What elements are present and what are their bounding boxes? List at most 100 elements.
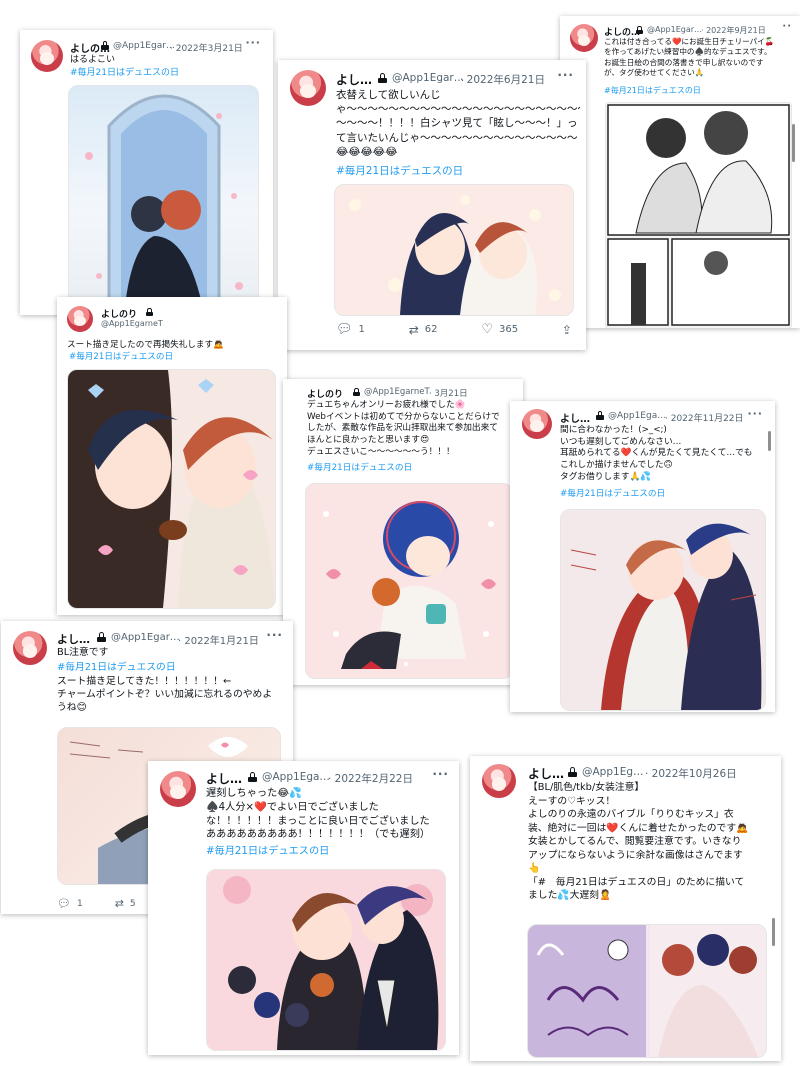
user-handle[interactable]: @App1EgarneT [364, 387, 430, 397]
tweet-text: BL注意です [57, 647, 109, 658]
retweet-count: 5 [129, 898, 136, 909]
display-name[interactable]: よしのり [307, 387, 343, 400]
avatar[interactable] [522, 409, 552, 439]
scrollbar[interactable] [792, 124, 795, 162]
tweet-text: はるよこい [70, 55, 116, 65]
display-name[interactable]: よし… [336, 71, 372, 88]
display-name[interactable]: よし… [560, 410, 590, 425]
avatar[interactable] [13, 631, 47, 665]
tweet-card-4[interactable]: よしのり @App1EgarneT スート描き足したので再掲失礼します🙇 #毎月… [57, 297, 287, 615]
avatar[interactable] [290, 70, 326, 106]
tweet-image[interactable] [68, 85, 259, 315]
tweet-date[interactable]: · 3月21日 [429, 387, 468, 399]
lock-icon [97, 632, 106, 642]
scrollbar[interactable] [768, 431, 771, 451]
tweet-date[interactable]: · 2022年10月26日 [645, 766, 737, 781]
tweet-text: 衣替えして欲しいんじ ゃ〜〜〜〜〜〜〜〜〜〜〜〜〜〜〜〜〜〜〜〜〜〜〜〜〜〜〜〜… [336, 89, 580, 158]
user-handle[interactable]: @App1Egar… [647, 25, 702, 34]
reply-icon: 💬︎ [57, 897, 71, 910]
avatar[interactable] [482, 764, 516, 798]
lock-icon [101, 41, 109, 50]
tweet-image[interactable] [334, 184, 574, 316]
tweet-text: 間に合わなかった！(>_<;) いつも遅刻してごめんなさい… 耳舐められてる❤️… [560, 425, 753, 482]
user-handle[interactable]: @App1Eg… [582, 766, 644, 778]
user-handle[interactable]: @App1Egar… [392, 72, 464, 84]
lock-icon [378, 73, 387, 83]
retweet-button[interactable]: ⇄ 5 [115, 897, 136, 910]
display-name[interactable]: よし… [206, 770, 242, 787]
retweet-button[interactable]: ⇄ 62 [409, 323, 438, 337]
illustration [323, 501, 496, 669]
tweet-text-continued: スート描き足してきた！！！！！！！← チャームポイントぞ？いい加減に忘れるのやめ… [57, 676, 273, 714]
hashtag-link[interactable]: #毎月21日はデュエスの日 [70, 67, 179, 79]
reply-button[interactable]: 💬︎ 1 [57, 897, 83, 910]
user-handle[interactable]: @App1Egar… [111, 632, 180, 643]
avatar[interactable] [160, 771, 196, 807]
illustration [528, 925, 766, 1057]
hashtag-link[interactable]: #毎月21日はデュエスの日 [336, 164, 463, 178]
tweet-text: 遅刻しちゃった😂💦 ♠️4人分×❤️でよい日でございました な！！！！！！まっこ… [206, 788, 431, 841]
like-button[interactable]: ♡ 365 [481, 322, 518, 337]
more-icon[interactable]: ·· [782, 21, 792, 32]
hashtag-link[interactable]: #毎月21日はデュエスの日 [206, 845, 329, 859]
tweet-card-3[interactable]: よしの… @App1Egar… · 2022年9月21日 ·· これは付き合って… [560, 16, 800, 328]
tweet-date[interactable]: · 2022年3月21日 [170, 41, 243, 54]
display-name[interactable]: よし… [57, 631, 90, 647]
illustration [223, 876, 439, 1050]
tweet-card-6[interactable]: よし… @App1Ega… · 2022年11月22日 ··· 間に合わなかった… [510, 401, 775, 712]
more-icon[interactable]: ··· [432, 767, 449, 781]
illustration [607, 104, 790, 326]
tweet-text: これは付き合ってる❤️にお誕生日チェリーパイ🍒 を作ってあげたい練習中の♠️的な… [604, 37, 775, 77]
avatar[interactable] [67, 306, 93, 332]
tweet-image[interactable] [560, 509, 766, 711]
reply-count: 1 [358, 324, 365, 335]
hashtag-link[interactable]: #毎月21日はデュエスの日 [69, 352, 173, 364]
heart-icon: ♡ [481, 322, 493, 337]
tweet-card-8[interactable]: よし… @App1Ega… · 2022年2月22日 ··· 遅刻しちゃった😂💦… [148, 761, 459, 1055]
more-icon[interactable]: ··· [245, 36, 261, 49]
more-icon[interactable]: ··· [557, 68, 574, 82]
lock-icon [248, 772, 257, 782]
tweet-date[interactable]: · 2022年1月21日 [178, 632, 259, 647]
tweet-image[interactable] [67, 369, 276, 609]
tweet-image[interactable] [527, 924, 767, 1058]
more-icon[interactable]: ··· [266, 628, 283, 642]
tweet-card-1[interactable]: よしの… @App1Egar… · 2022年3月21日 ··· はるよこい #… [20, 30, 273, 315]
tweet-text: 【BL/肌色/tkb/女装注意】 えーすの♡キッス！ よしのりの永遠のバイブル「… [528, 782, 749, 902]
hashtag-link[interactable]: #毎月21日はデュエスの日 [57, 661, 176, 674]
tweet-image[interactable] [206, 869, 446, 1051]
user-handle[interactable]: @App1Ega… [608, 411, 666, 421]
scrollbar[interactable] [772, 918, 775, 946]
lock-icon [568, 767, 577, 777]
user-handle[interactable]: @App1EgarneT [101, 319, 163, 328]
avatar[interactable] [31, 40, 63, 72]
share-button[interactable]: ⇪ [562, 323, 572, 337]
avatar[interactable] [570, 24, 598, 52]
lock-icon [636, 26, 643, 34]
tweet-card-5[interactable]: よしのり @App1EgarneT · 3月21日 デュエちゃんオンリーお疲れ様… [283, 379, 523, 685]
share-icon: ⇪ [561, 322, 572, 337]
tweet-date[interactable]: · 2022年9月21日 [701, 25, 766, 36]
tweet-card-9[interactable]: よし… @App1Eg… · 2022年10月26日 【BL/肌色/tkb/女装… [470, 756, 781, 1061]
illustration [349, 195, 561, 315]
hashtag-link[interactable]: #毎月21日はデュエスの日 [560, 489, 665, 501]
user-handle[interactable]: @App1Ega… [262, 771, 330, 783]
illustration [570, 523, 762, 710]
illustration [85, 94, 243, 314]
tweet-card-2[interactable]: よし… @App1Egar… · 2022年6月21日 ··· 衣替えして欲しい… [278, 60, 586, 350]
hashtag-link[interactable]: #毎月21日はデュエスの日 [307, 463, 412, 475]
tweet-date[interactable]: · 2022年2月22日 [328, 771, 413, 786]
reply-count: 1 [76, 898, 83, 909]
tweet-date[interactable]: · 2022年11月22日 [665, 411, 744, 424]
reply-button[interactable]: 💬︎ 1 [336, 322, 365, 337]
user-handle[interactable]: @App1Egar… [113, 41, 175, 51]
illustration [68, 370, 275, 608]
tweet-image[interactable] [605, 102, 792, 328]
more-icon[interactable]: ··· [747, 407, 763, 420]
tweet-text: デュエちゃんオンリーお疲れ様でした🌸 Webイベントは初めてで分からないことだら… [307, 400, 500, 457]
tweet-actions: 💬︎ 1 ⇄ 62 ♡ 365 ⇪ [336, 322, 572, 337]
tweet-date[interactable]: · 2022年6月21日 [460, 72, 545, 87]
display-name[interactable]: よし… [528, 765, 564, 782]
tweet-image[interactable] [305, 483, 513, 679]
hashtag-link[interactable]: #毎月21日はデュエスの日 [604, 86, 701, 97]
